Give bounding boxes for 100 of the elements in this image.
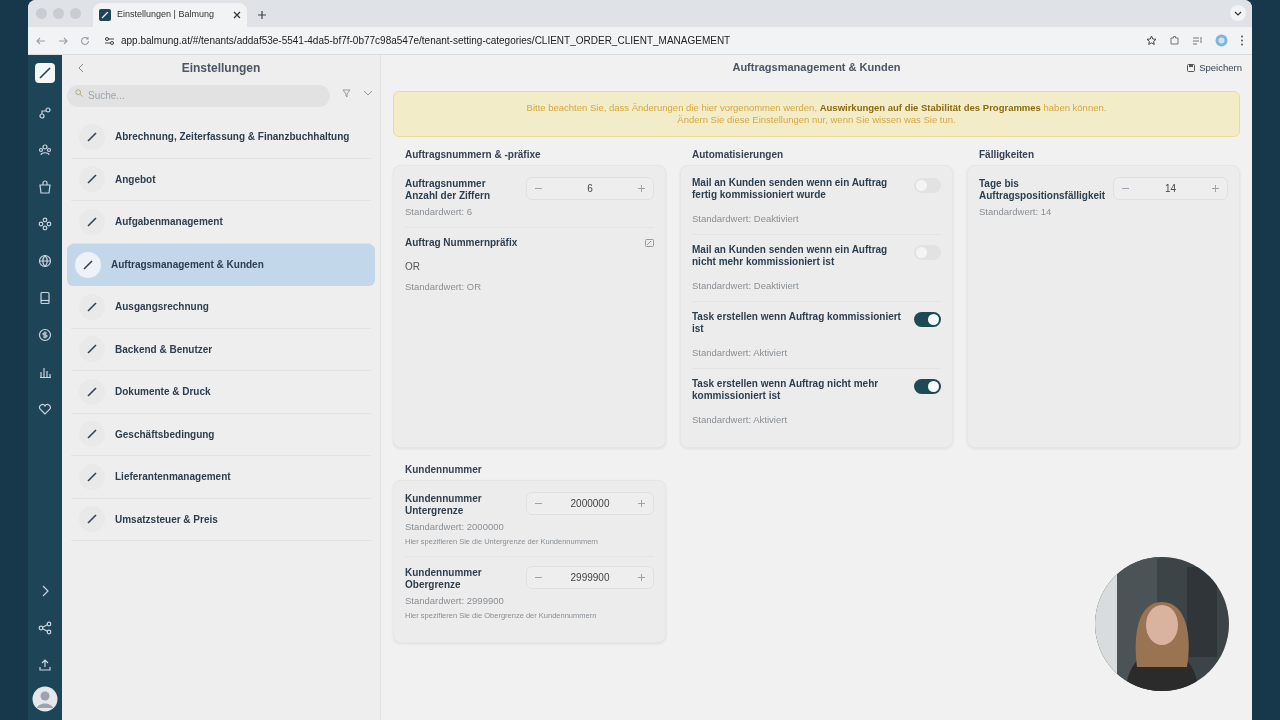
section-heading: Automatisierungen xyxy=(692,149,785,162)
app-favicon-icon xyxy=(99,9,111,21)
toggle-switch[interactable] xyxy=(914,312,941,327)
section-heading: Auftragsnummern & -präfixe xyxy=(405,149,542,162)
setting-label: Kundennummer Obergrenze xyxy=(405,567,483,591)
filter-icon[interactable] xyxy=(342,88,351,98)
back-chevron-icon[interactable] xyxy=(77,63,84,73)
default-value-text: Standardwert: 6 xyxy=(405,206,474,218)
book-icon[interactable] xyxy=(38,291,52,305)
search-icon xyxy=(75,89,83,97)
category-item[interactable]: Geschäftsbedingung xyxy=(71,413,371,456)
prefix-value: OR xyxy=(405,261,421,273)
number-stepper[interactable]: 2000000 xyxy=(526,492,654,515)
bookmark-star-icon[interactable] xyxy=(1146,35,1157,46)
default-value-text: Standardwert: 2000000 xyxy=(405,521,505,533)
bar-chart-icon[interactable] xyxy=(38,365,52,379)
setting-label: Mail an Kunden senden wenn ein Auftrag nicht mehr kommissioniert ist xyxy=(692,244,889,268)
pencil-icon xyxy=(83,259,93,270)
number-stepper[interactable]: 2999900 xyxy=(526,566,654,589)
warning-text: Ändern Sie diese Einstellungen nur, wenn Sie wissen was Sie tun. xyxy=(677,114,956,126)
page-title: Auftragsmanagement & Kunden xyxy=(732,60,901,76)
globe-icon[interactable] xyxy=(38,254,52,268)
default-value-text: Standardwert: OR xyxy=(405,281,483,293)
increment-button[interactable] xyxy=(637,573,646,582)
close-icon[interactable] xyxy=(233,11,241,19)
category-item[interactable]: Backend & Benutzer xyxy=(71,328,371,371)
category-label: Auftragsmanagement & Kunden xyxy=(111,258,264,273)
section-heading: Fälligkeiten xyxy=(979,149,1035,162)
section-heading: Kundennummer xyxy=(405,464,483,477)
plus-icon xyxy=(637,573,646,582)
plus-icon xyxy=(637,184,646,193)
dollar-icon[interactable] xyxy=(38,328,52,342)
category-item[interactable]: Angebot xyxy=(71,158,371,201)
address-bar[interactable]: app.balmung.at/#/tenants/addaf53e-5541-4da5-bf7f-0b77c98a547e/tenant-setting-categories/CLIENT_ORDER_CLIENT_MANAGEMENT xyxy=(102,29,1134,52)
category-label: Geschäftsbedingung xyxy=(115,427,215,442)
default-value-text: Standardwert: Deaktiviert xyxy=(692,280,800,292)
category-item[interactable]: Aufgabenmanagement xyxy=(71,201,371,244)
plus-icon xyxy=(637,499,646,508)
number-value: 14 xyxy=(1165,182,1177,196)
toggle-switch[interactable] xyxy=(914,379,941,394)
tab-title: Einstellungen | Balmung xyxy=(117,8,215,22)
default-value-text: Standardwert: 2999900 xyxy=(405,595,505,607)
default-value-text: Standardwert: Aktiviert xyxy=(692,414,789,426)
share-icon[interactable] xyxy=(38,621,52,635)
increment-button[interactable] xyxy=(1211,184,1220,193)
category-label: Lieferantenmanagement xyxy=(115,470,231,485)
url-text: app.balmung.at/#/tenants/addaf53e-5541-4da5-bf7f-0b77c98a547e/tenant-setting-categories/CLIENT_ORDER_CLIENT_MANAGEMENT xyxy=(121,34,731,48)
category-label: Aufgabenmanagement xyxy=(115,215,223,230)
back-icon[interactable] xyxy=(36,35,46,46)
number-stepper[interactable]: 6 xyxy=(526,177,654,200)
media-list-icon[interactable] xyxy=(1192,35,1203,46)
setting-label: Task erstellen wenn Auftrag nicht mehr kommissioniert ist xyxy=(692,378,880,402)
search-field[interactable]: Suche... xyxy=(67,84,330,107)
increment-button[interactable] xyxy=(637,499,646,508)
pencil-icon xyxy=(87,216,97,227)
profile-icon[interactable] xyxy=(1215,34,1228,47)
category-label: Umsatzsteuer & Preis xyxy=(115,512,218,527)
reload-icon[interactable] xyxy=(80,35,90,46)
edit-icon[interactable] xyxy=(645,239,654,247)
increment-button[interactable] xyxy=(637,184,646,193)
category-item[interactable]: Ausgangsrechnung xyxy=(71,286,371,329)
save-button[interactable]: Speichern xyxy=(1187,61,1242,76)
setting-label: Mail an Kunden senden wenn ein Auftrag fertig kommissioniert wurde xyxy=(692,177,889,201)
setting-label: Auftragsnummer Anzahl der Ziffern xyxy=(405,178,491,202)
category-label: Ausgangsrechnung xyxy=(115,300,209,315)
category-item[interactable]: Abrechnung, Zeiterfassung & Finanzbuchhaltung xyxy=(71,116,371,159)
category-label: Abrechnung, Zeiterfassung & Finanzbuchhaltung xyxy=(115,130,350,145)
connections-icon[interactable] xyxy=(38,106,52,120)
plus-icon xyxy=(1211,184,1220,193)
setting-label: Kundennummer Untergrenze xyxy=(405,493,483,517)
setting-label: Task erstellen wenn Auftrag kommissioniert ist xyxy=(692,311,902,335)
category-item[interactable]: Dokumente & Druck xyxy=(71,371,371,414)
pencil-icon xyxy=(87,429,97,440)
pencil-icon xyxy=(87,174,97,185)
shopping-bag-icon[interactable] xyxy=(38,180,52,194)
chevron-down-icon[interactable] xyxy=(1230,5,1246,21)
more-icon[interactable] xyxy=(1240,35,1244,46)
forward-icon[interactable] xyxy=(58,35,68,46)
people-icon[interactable] xyxy=(38,143,52,157)
number-stepper[interactable]: 14 xyxy=(1113,177,1228,200)
pencil-icon xyxy=(87,471,97,482)
category-item[interactable]: Umsatzsteuer & Preis xyxy=(71,498,371,541)
avatar-icon[interactable] xyxy=(32,686,58,712)
app-logo-icon[interactable] xyxy=(35,63,55,83)
category-item[interactable]: Lieferantenmanagement xyxy=(71,456,371,499)
default-value-text: Standardwert: Aktiviert xyxy=(692,347,789,359)
category-item[interactable]: Auftragsmanagement & Kunden xyxy=(67,243,375,286)
nodes-icon[interactable] xyxy=(38,217,52,231)
pencil-icon xyxy=(87,344,97,355)
setting-label: Tage bis Auftragspositionsfälligkeit xyxy=(979,178,1106,202)
heart-icon[interactable] xyxy=(38,402,52,416)
default-value-text: Standardwert: Deaktiviert xyxy=(692,213,800,225)
browser-tab[interactable]: Einstellungen | Balmung xyxy=(93,3,247,27)
upload-icon[interactable] xyxy=(38,658,52,672)
new-tab-icon[interactable] xyxy=(257,10,267,20)
save-icon xyxy=(1187,64,1196,73)
default-value-text: Standardwert: 14 xyxy=(979,206,1053,218)
site-settings-icon xyxy=(104,35,115,46)
pencil-icon xyxy=(87,301,97,312)
pencil-icon xyxy=(87,514,97,525)
